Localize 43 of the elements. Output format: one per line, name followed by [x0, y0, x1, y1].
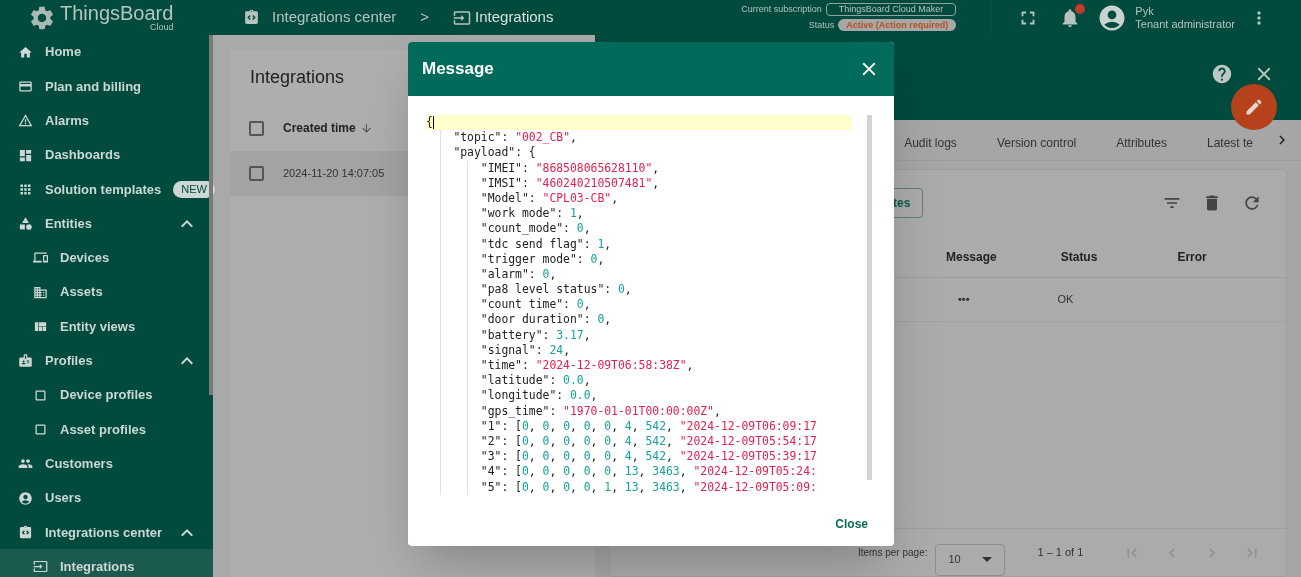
user-name: Pyk	[1135, 4, 1155, 18]
code-line: "Model": "CPL03-CB",	[480, 190, 619, 207]
code-line: "count time": 0,	[480, 297, 592, 313]
code-line: "IMSI": "460240210507481",	[480, 175, 661, 191]
page-range: 1 – 1 of 1	[1037, 545, 1084, 561]
code-line: "topic": "002_CB",	[453, 130, 578, 146]
card-title: Integrations	[250, 66, 345, 89]
code-line: "payload": {	[453, 145, 537, 161]
code-line: "door duration": 0,	[480, 312, 613, 328]
code-line: "1": [0, 0, 0, 0, 0, 4, 542, "2024-12-09T06:09:17	[480, 418, 818, 434]
code-line: "pa8 level status": 0,	[480, 282, 633, 298]
code-line: "2": [0, 0, 0, 0, 0, 4, 542, "2024-12-09T05:54:17	[480, 433, 818, 450]
code-line: "battery": 3.17,	[480, 327, 592, 343]
code-line: "5": [0, 0, 0, 0, 1, 13, 3463, "2024-12-09T05:09:	[480, 479, 818, 495]
status-chip: Active (Action required)	[838, 19, 957, 32]
logo-text: ThingsBoard	[60, 3, 174, 23]
code-line: "latitude": 0.0,	[480, 373, 592, 389]
code-line: "longitude": 0.0,	[480, 388, 599, 404]
subscription-label: Current subscription	[741, 3, 822, 16]
code-line: "time": "2024-12-09T06:58:38Z",	[480, 358, 695, 374]
code-line: "gps_time": "1970-01-01T00:00:00Z",	[480, 403, 722, 419]
code-line: "trigger mode": 0,	[480, 251, 606, 267]
breadcrumb-current: Integrations	[475, 7, 554, 28]
code-line: "alarm": 0,	[480, 266, 558, 283]
column-header: Message	[946, 248, 997, 266]
status-label: Status	[808, 18, 835, 32]
code-line: "work mode": 1,	[480, 206, 585, 222]
code-line: "4": [0, 0, 0, 0, 0, 13, 3463, "2024-12-09T05:24:	[480, 464, 818, 480]
column-header: Status	[1060, 248, 1098, 266]
user-role: Tenant administrator	[1135, 17, 1235, 31]
table-cell-text: OK	[1057, 292, 1074, 308]
code-line: "tdc send flag": 1,	[480, 236, 613, 252]
code-line: "count_mode": 0,	[480, 221, 592, 237]
breadcrumb-separator: >	[419, 7, 430, 28]
logo-edition: Cloud	[149, 23, 174, 32]
code-line: "IMEI": "868508065628110",	[480, 160, 661, 176]
code-line: "signal": 24,	[480, 342, 571, 358]
page-size-label: Items per page:	[858, 546, 928, 560]
dialog-title: Message	[422, 58, 494, 81]
table-cell-text: 2024-11-20 14:07:05	[283, 166, 385, 182]
new-badge: NEW	[173, 180, 215, 198]
column-header: Error	[1177, 248, 1207, 266]
code-line: "3": [0, 0, 0, 0, 0, 4, 542, "2024-12-09T05:39:17	[480, 449, 818, 465]
